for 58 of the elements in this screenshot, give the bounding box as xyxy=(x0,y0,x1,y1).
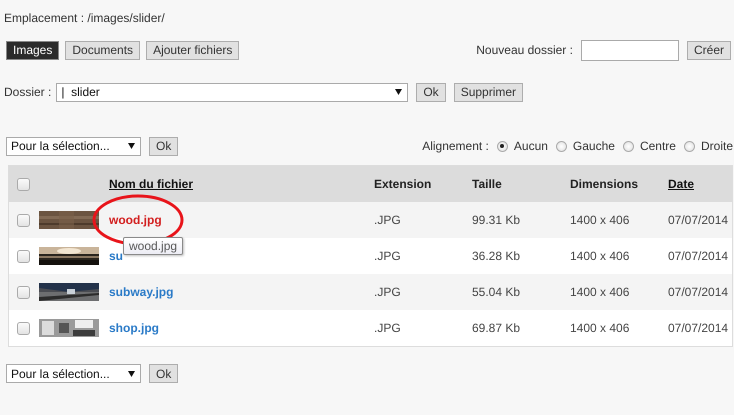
table-cell: 36.28 Kb xyxy=(472,249,520,263)
caret-icon xyxy=(128,143,135,149)
table-cell: .JPG xyxy=(374,285,401,299)
tab[interactable]: Documents xyxy=(65,40,140,60)
table-cell: 99.31 Kb xyxy=(472,213,520,227)
delete-button[interactable]: Supprimer xyxy=(454,82,524,102)
table-cell: 1400 x 406 xyxy=(570,285,630,299)
caret-icon xyxy=(128,370,135,376)
table-cell: .JPG xyxy=(374,213,401,227)
column-header: Dimensions xyxy=(570,177,638,191)
ok-button[interactable]: Ok xyxy=(149,136,178,156)
table-cell: 1400 x 406 xyxy=(570,321,630,335)
field-label: Alignement : xyxy=(422,139,489,153)
select-all-checkbox[interactable] xyxy=(17,178,30,192)
radio-button[interactable] xyxy=(556,140,567,152)
dropdown[interactable]: Pour la sélection... xyxy=(6,364,141,383)
table-cell: 1400 x 406 xyxy=(570,249,630,263)
radio-button[interactable] xyxy=(622,140,634,152)
table-cell: .JPG xyxy=(374,249,401,263)
table-cell: .JPG xyxy=(374,321,401,335)
file-link[interactable]: subway.jpg xyxy=(109,285,174,299)
caret-icon xyxy=(395,89,402,95)
table-cell: 1400 x 406 xyxy=(570,213,630,227)
column-header[interactable]: Date xyxy=(668,177,694,191)
radio-label: Gauche xyxy=(572,139,615,153)
column-header: Taille xyxy=(472,177,502,191)
create-button[interactable]: Créer xyxy=(686,40,731,60)
radio-label: Droite xyxy=(700,139,733,153)
row-checkbox[interactable] xyxy=(17,286,30,300)
table-cell: 07/07/2014 xyxy=(668,249,728,263)
table-cell: 55.04 Kb xyxy=(472,285,520,299)
field-label: Nouveau dossier : xyxy=(476,43,573,57)
radio-label: Centre xyxy=(640,139,676,153)
file-link[interactable]: su xyxy=(109,249,124,263)
table-cell: 69.87 Kb xyxy=(472,321,520,335)
dropdown[interactable]: Pour la sélection... xyxy=(6,136,141,156)
file-link[interactable]: shop.jpg xyxy=(109,321,159,335)
file-link[interactable]: wood.jpg xyxy=(109,213,162,227)
row-checkbox[interactable] xyxy=(17,322,30,336)
radio-button[interactable] xyxy=(496,140,508,152)
dropdown[interactable]: | slider xyxy=(56,82,408,102)
tab[interactable]: Ajouter fichiers xyxy=(146,40,240,60)
radio-button[interactable] xyxy=(684,140,695,152)
tab[interactable]: Images xyxy=(6,40,60,60)
table-cell: 07/07/2014 xyxy=(668,213,728,227)
folder-name-field[interactable] xyxy=(580,40,679,60)
ok-button[interactable]: Ok xyxy=(416,82,446,102)
location-text: Emplacement : /images/slider/ xyxy=(4,11,165,25)
column-header[interactable]: Nom du fichier xyxy=(109,177,194,191)
field-label: Dossier : xyxy=(4,85,52,99)
table-cell: 07/07/2014 xyxy=(668,285,728,299)
row-checkbox[interactable] xyxy=(17,214,30,228)
table-cell: 07/07/2014 xyxy=(668,321,728,335)
row-checkbox[interactable] xyxy=(17,250,30,264)
column-header: Extension xyxy=(374,177,432,191)
ok-button[interactable]: Ok xyxy=(149,364,178,383)
tooltip: wood.jpg xyxy=(123,237,184,255)
radio-label: Aucun xyxy=(514,139,548,153)
